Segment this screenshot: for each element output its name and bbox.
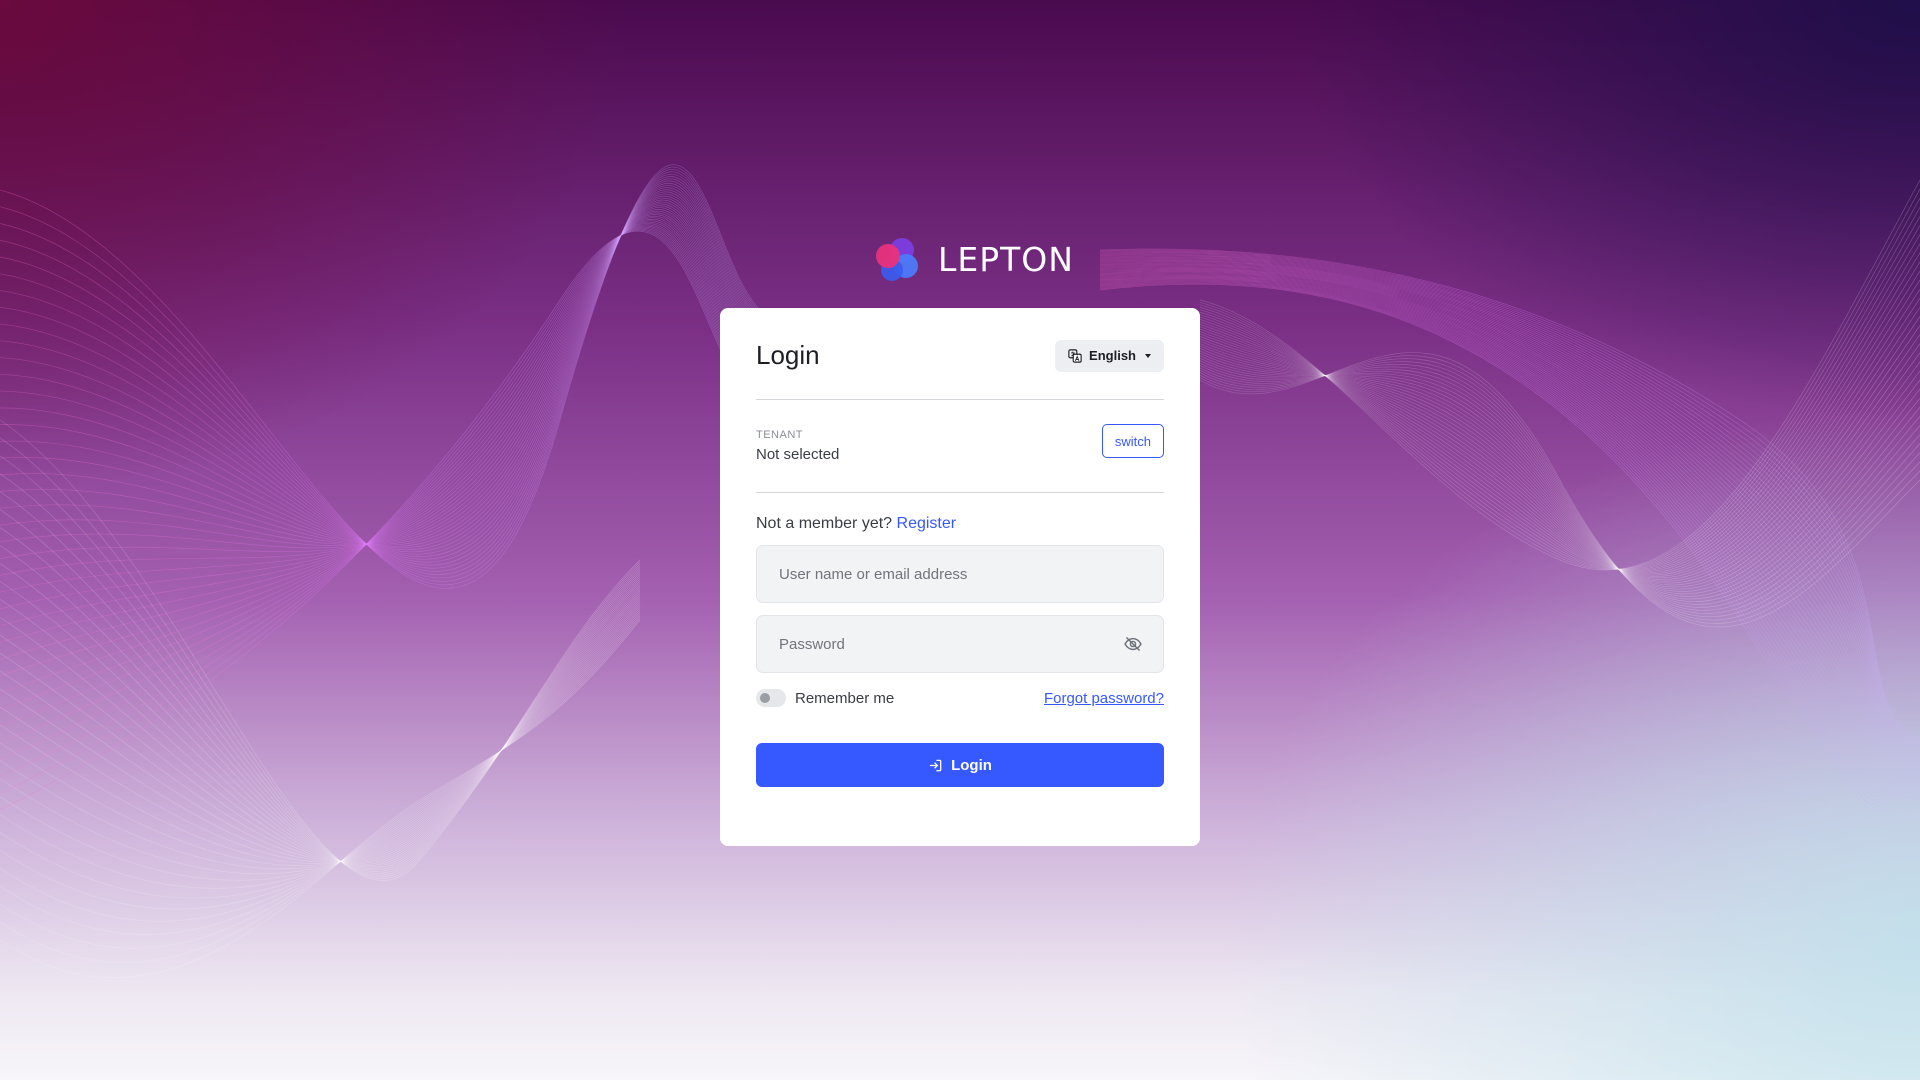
register-link[interactable]: Register xyxy=(897,515,957,532)
language-selector[interactable]: English xyxy=(1055,339,1164,372)
login-icon xyxy=(929,759,942,771)
remember-me-label: Remember me xyxy=(795,689,895,707)
username-input[interactable] xyxy=(777,564,1143,584)
language-label: English xyxy=(1089,348,1136,363)
card-header: Login English xyxy=(756,308,1164,400)
language-icon xyxy=(1068,348,1082,363)
password-input[interactable] xyxy=(777,634,1123,654)
register-prompt: Not a member yet? Register xyxy=(756,515,1164,533)
lepton-logo-icon xyxy=(876,238,918,281)
brand-logo: LEPTON xyxy=(872,232,1074,286)
tenant-value: Not selected xyxy=(756,446,840,463)
page-title: Login xyxy=(756,340,820,370)
remember-me: Remember me xyxy=(756,689,894,707)
eye-slash-icon[interactable] xyxy=(1123,634,1143,654)
remember-me-toggle[interactable] xyxy=(756,689,786,707)
brand-name: LEPTON xyxy=(938,239,1074,279)
username-field[interactable] xyxy=(756,545,1164,603)
forgot-password-link[interactable]: Forgot password? xyxy=(1044,690,1164,707)
login-button[interactable]: Login xyxy=(756,743,1164,787)
login-options: Remember me Forgot password? xyxy=(756,687,1164,709)
register-text: Not a member yet? xyxy=(756,515,893,532)
login-card: Login English TENANT Not selected switch… xyxy=(720,308,1200,846)
password-field[interactable] xyxy=(756,615,1164,673)
toggle-knob xyxy=(760,693,770,703)
login-button-label: Login xyxy=(951,756,992,774)
tenant-section: TENANT Not selected switch xyxy=(756,400,1164,493)
chevron-down-icon xyxy=(1145,353,1151,358)
switch-tenant-button[interactable]: switch xyxy=(1101,424,1164,458)
tenant-label: TENANT xyxy=(756,429,803,441)
tenant-info: TENANT Not selected xyxy=(756,429,839,463)
